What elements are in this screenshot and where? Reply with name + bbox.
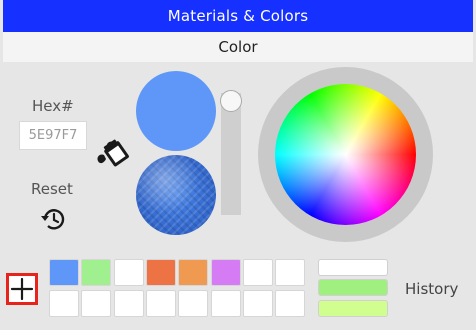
window-title: Materials & Colors [167, 7, 309, 25]
palette-swatch[interactable] [49, 290, 79, 317]
add-swatch-button[interactable] [6, 273, 38, 305]
palette-swatch[interactable] [178, 259, 209, 286]
palette-swatch[interactable] [145, 259, 176, 286]
paint-bucket-icon[interactable] [94, 133, 132, 171]
palette-swatch[interactable] [275, 259, 306, 286]
palette-swatch[interactable] [178, 290, 209, 317]
section-title: Color [218, 38, 258, 56]
window-title-bar: Materials & Colors [3, 0, 473, 32]
palette-swatch[interactable] [113, 259, 144, 286]
section-header: Color [3, 32, 473, 62]
hex-input[interactable]: 5E97F7 [19, 121, 87, 150]
history-reset-icon[interactable] [39, 204, 69, 234]
history-label: History [405, 280, 459, 298]
palette-swatch[interactable] [81, 259, 112, 286]
history-swatch[interactable] [318, 300, 388, 317]
palette-swatch[interactable] [145, 290, 176, 317]
brightness-slider-thumb[interactable] [220, 90, 242, 112]
palette-swatch[interactable] [81, 290, 112, 317]
reset-label: Reset [31, 180, 73, 198]
palette-swatch[interactable] [210, 290, 241, 317]
plus-icon [10, 277, 34, 301]
material-preview-sphere [136, 155, 216, 235]
palette-swatch[interactable] [49, 259, 79, 286]
palette-swatch[interactable] [275, 290, 306, 317]
history-swatch[interactable] [318, 279, 388, 296]
color-wheel[interactable] [275, 84, 416, 225]
palette-swatch[interactable] [242, 259, 273, 286]
history-swatch[interactable] [318, 259, 388, 276]
color-preview-swatch [136, 71, 216, 151]
hex-label: Hex# [32, 97, 74, 115]
palette-swatch[interactable] [113, 290, 144, 317]
palette-swatch[interactable] [210, 259, 241, 286]
palette-swatch[interactable] [242, 290, 273, 317]
